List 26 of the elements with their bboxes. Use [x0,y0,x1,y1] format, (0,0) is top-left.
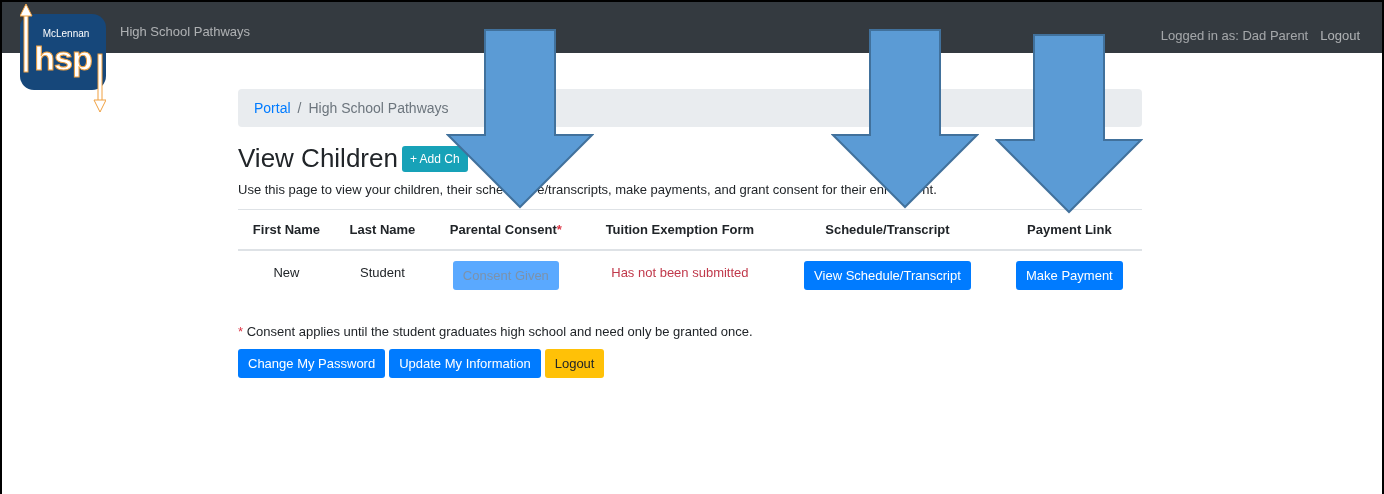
logged-in-user: Logged in as: Dad Parent [1160,28,1309,43]
column-header: Tuition Exemption Form [581,209,779,250]
logout-link[interactable]: Logout [1320,28,1360,43]
breadcrumb-separator: / [297,100,302,116]
action-button[interactable]: Change My Password [238,349,386,378]
column-header: Payment Link [996,209,1142,250]
column-header: Schedule/Transcript [778,209,997,250]
breadcrumb-link[interactable]: Portal [254,100,291,116]
column-header: Last Name [334,209,430,250]
action-button[interactable]: Update My Information [389,349,541,378]
column-header: Parental Consent* [430,209,582,250]
status-text: Has not been submitted [611,264,749,280]
logo-text: hsp [34,39,92,77]
make-payment-button[interactable]: Make Payment [1016,261,1123,290]
table-cell-text: New [273,264,300,280]
brand-link[interactable]: High School Pathways [120,25,251,38]
column-header: First Name [238,209,335,250]
table-cell-text: Student [360,264,405,280]
footnote: * Consent applies until the student graduates high school and need only be granted once. [238,324,754,339]
view-schedule-button[interactable]: View Schedule/Transcript [804,261,971,290]
page-title: View Children [238,143,398,174]
page-location-text: High School Pathways [308,100,449,116]
description-text: Use this page to view your children, their sche [238,182,504,197]
action-button[interactable]: Logout [544,349,605,378]
logo-text: McLennan [42,28,90,39]
add-child-button[interactable]: + Add Ch [401,145,468,172]
